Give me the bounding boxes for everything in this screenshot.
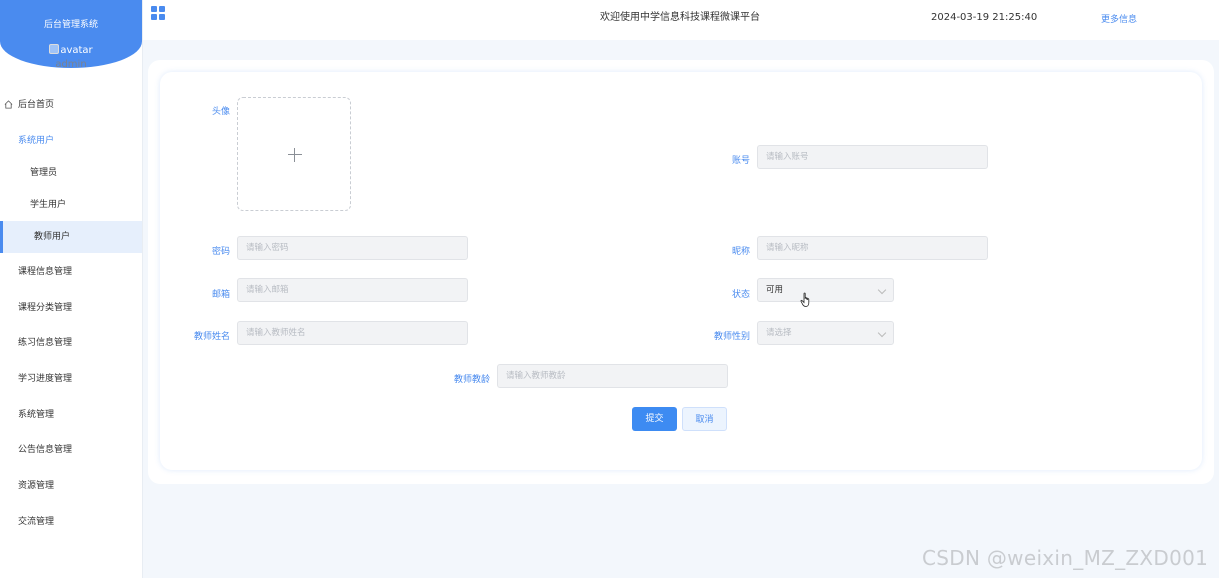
username: admin bbox=[55, 59, 87, 70]
top-bar: 欢迎使用中学信息科技课程微课平台 2024-03-19 21:25:40 更多信… bbox=[143, 0, 1219, 40]
sidebar-item-communication[interactable]: 交流管理 bbox=[0, 506, 142, 538]
current-datetime: 2024-03-19 21:25:40 bbox=[931, 12, 1038, 23]
brand-header: 后台管理系统 avatar bbox=[0, 0, 142, 68]
sidebar-item-label: 管理员 bbox=[30, 168, 58, 178]
avatar-alt-text: avatar bbox=[60, 45, 93, 56]
sidebar-item-label: 教师用户 bbox=[34, 232, 71, 242]
welcome-title: 欢迎使用中学信息科技课程微课平台 bbox=[600, 12, 760, 23]
avatar-uploader[interactable] bbox=[237, 97, 351, 211]
sidebar-item-label: 学习进度管理 bbox=[18, 374, 73, 384]
sidebar-item-teachers[interactable]: 教师用户 bbox=[0, 221, 142, 253]
sidebar-item-label: 课程分类管理 bbox=[18, 303, 73, 313]
sidebar-item-label: 系统管理 bbox=[18, 410, 55, 420]
status-label: 状态 bbox=[731, 290, 750, 300]
sidebar-item-resources[interactable]: 资源管理 bbox=[0, 470, 142, 502]
sidebar-item-label: 练习信息管理 bbox=[18, 338, 73, 348]
sidebar-item-label: 公告信息管理 bbox=[18, 445, 73, 455]
menu-grid-icon[interactable] bbox=[151, 6, 165, 20]
hand-cursor-icon bbox=[800, 292, 810, 307]
account-input[interactable] bbox=[757, 145, 988, 169]
sidebar-item-admins[interactable]: 管理员 bbox=[0, 157, 142, 189]
teacher-gender-label: 教师性别 bbox=[713, 332, 750, 342]
sidebar-item-learning-progress[interactable]: 学习进度管理 bbox=[0, 363, 142, 395]
teacher-age-label: 教师教龄 bbox=[453, 375, 490, 385]
sidebar-item-label: 交流管理 bbox=[18, 517, 55, 527]
password-input[interactable] bbox=[237, 236, 468, 260]
sidebar-item-students[interactable]: 学生用户 bbox=[0, 189, 142, 221]
sidebar: 后台管理系统 avatar admin 后台首页 系统用户 管理员 学生用户 教… bbox=[0, 0, 143, 578]
chevron-down-icon bbox=[877, 328, 887, 338]
teacher-gender-select[interactable]: 请选择 bbox=[757, 321, 894, 345]
status-select-value: 可用 bbox=[766, 285, 784, 295]
sidebar-item-exercise-info[interactable]: 练习信息管理 bbox=[0, 327, 142, 359]
teacher-name-label: 教师姓名 bbox=[193, 332, 230, 342]
broken-image-icon bbox=[49, 44, 60, 54]
email-label: 邮箱 bbox=[211, 290, 230, 300]
status-select[interactable]: 可用 bbox=[757, 278, 894, 302]
plus-icon-vertical bbox=[294, 148, 295, 162]
sidebar-item-course-category[interactable]: 课程分类管理 bbox=[0, 292, 142, 324]
cancel-button[interactable]: 取消 bbox=[682, 407, 727, 431]
home-icon bbox=[4, 100, 13, 109]
teacher-age-input[interactable] bbox=[497, 364, 728, 388]
brand-title: 后台管理系统 bbox=[43, 20, 98, 30]
sidebar-item-announcement[interactable]: 公告信息管理 bbox=[0, 434, 142, 466]
plus-icon bbox=[288, 154, 302, 155]
sidebar-group-label: 系统用户 bbox=[18, 136, 55, 146]
sidebar-item-home[interactable]: 后台首页 bbox=[0, 89, 142, 121]
sidebar-item-label: 后台首页 bbox=[18, 100, 55, 110]
chevron-down-icon bbox=[877, 285, 887, 295]
avatar-label: 头像 bbox=[211, 107, 230, 117]
more-info-link[interactable]: 更多信息 bbox=[1101, 12, 1137, 25]
email-input[interactable] bbox=[237, 278, 468, 302]
teacher-gender-placeholder: 请选择 bbox=[766, 328, 792, 338]
account-label: 账号 bbox=[731, 156, 750, 166]
sidebar-item-system[interactable]: 系统管理 bbox=[0, 399, 142, 431]
submit-button[interactable]: 提交 bbox=[632, 407, 677, 431]
nickname-label: 昵称 bbox=[731, 247, 750, 257]
sidebar-group-system-users[interactable]: 系统用户 bbox=[0, 125, 142, 157]
sidebar-item-label: 学生用户 bbox=[30, 200, 67, 210]
sidebar-item-label: 资源管理 bbox=[18, 481, 55, 491]
teacher-name-input[interactable] bbox=[237, 321, 468, 345]
nickname-input[interactable] bbox=[757, 236, 988, 260]
avatar: avatar bbox=[0, 44, 142, 56]
watermark: CSDN @weixin_MZ_ZXD001 bbox=[922, 546, 1209, 570]
sidebar-item-course-info[interactable]: 课程信息管理 bbox=[0, 256, 142, 288]
password-label: 密码 bbox=[211, 247, 230, 257]
sidebar-item-label: 课程信息管理 bbox=[18, 267, 73, 277]
